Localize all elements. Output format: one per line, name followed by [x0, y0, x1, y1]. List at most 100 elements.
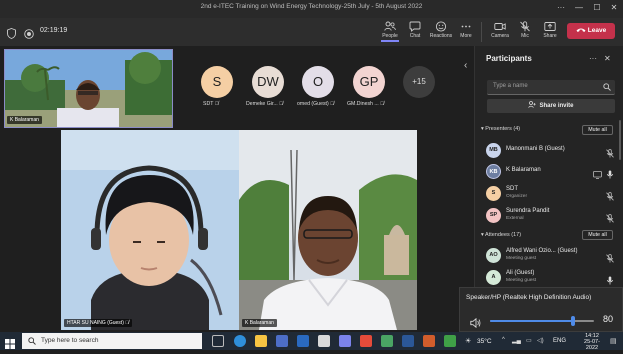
participant-video-feed: [239, 130, 417, 330]
edge-icon[interactable]: [234, 335, 246, 347]
more-label: More: [460, 33, 472, 39]
participant-role: Meeting guest: [506, 278, 537, 283]
participant-list-item[interactable]: S SDT Organizer: [486, 184, 616, 204]
panel-scrollbar[interactable]: [619, 120, 621, 160]
title-bar: 2nd e-ITEC Training on Wind Energy Techn…: [0, 0, 623, 18]
weather-temperature[interactable]: 35°C: [477, 338, 492, 345]
task-view-icon[interactable]: [212, 335, 224, 347]
more-button[interactable]: More: [453, 20, 479, 39]
avatar-initials: S: [201, 66, 233, 98]
notifications-icon[interactable]: ▤: [610, 337, 617, 345]
system-clock[interactable]: 14:12 25-07-2022: [578, 333, 606, 351]
window-title: 2nd e-ITEC Training on Wind Energy Techn…: [200, 3, 423, 10]
camera-button[interactable]: Camera: [487, 20, 513, 39]
participant-name-tag: K Balaraman: [242, 319, 277, 327]
self-video-tile[interactable]: K Balaraman: [4, 49, 173, 128]
presenters-section-header[interactable]: ▾ Presenters (4): [481, 126, 520, 132]
participant-video-tile[interactable]: K Balaraman: [239, 130, 417, 330]
app-icon[interactable]: [318, 335, 330, 347]
taskbar-search-placeholder: Type here to search: [41, 337, 99, 344]
participant-avatar: AO: [486, 248, 501, 263]
language-indicator[interactable]: ENG: [553, 338, 566, 344]
mute-all-attendees-button[interactable]: Mute all: [582, 230, 613, 240]
store-icon[interactable]: [276, 335, 288, 347]
windows-start-icon[interactable]: [5, 336, 15, 354]
attendees-section-header[interactable]: ▾ Attendees (17): [481, 232, 521, 238]
leave-label: Leave: [587, 27, 607, 34]
maximize-icon[interactable]: ☐: [590, 2, 604, 14]
mail-icon[interactable]: [297, 335, 309, 347]
participant-list-item[interactable]: AO Alfred Wani Ozio... (Guest) Meeting g…: [486, 246, 616, 266]
participant-video-tile[interactable]: HTAR SU NAING (Guest) 🎙̸: [61, 130, 239, 330]
participant-name: HTAR SU NAING (Guest): [67, 320, 124, 326]
weather-icon: ☀: [465, 338, 472, 345]
search-icon: [28, 337, 36, 345]
volume-slider-fill: [490, 320, 574, 322]
share-invite-button[interactable]: Share invite: [487, 99, 615, 113]
teams-icon[interactable]: [339, 335, 351, 347]
meeting-toolbar: 02:19:19 People Chat Reactions More Came…: [0, 18, 623, 46]
panel-title: Participants: [486, 54, 532, 63]
participant-list-item[interactable]: KB K Balaraman: [486, 162, 616, 182]
volume-slider[interactable]: [490, 316, 594, 326]
battery-icon[interactable]: ▭: [526, 337, 532, 344]
participant-list-item[interactable]: SP Surendra Pandit External: [486, 206, 616, 226]
mic-label: Mic: [521, 33, 529, 39]
volume-slider-thumb[interactable]: [571, 316, 576, 326]
share-icon: [544, 22, 556, 31]
search-participants-input[interactable]: Type a name: [487, 80, 615, 95]
collapse-panel-chevron-icon[interactable]: ‹: [464, 60, 467, 71]
reactions-button[interactable]: Reactions: [428, 20, 454, 39]
taskbar-search-box[interactable]: Type here to search: [22, 333, 202, 349]
participant-list-item[interactable]: MB Manonmani B (Guest): [486, 141, 616, 161]
participant-avatar[interactable]: O: [302, 66, 334, 98]
mute-all-presenters-button[interactable]: Mute all: [582, 125, 613, 135]
pdf-reader-icon[interactable]: [360, 335, 372, 347]
shield-icon: [7, 26, 16, 44]
powerpoint-icon[interactable]: [423, 335, 435, 347]
person-add-icon: [528, 100, 537, 108]
avatar-label: GM.Dinesh ... 🎙̸: [347, 101, 384, 107]
toolbar-divider: [481, 22, 482, 42]
participant-avatar[interactable]: GP: [353, 66, 385, 98]
network-icon[interactable]: ▂▄: [512, 337, 521, 344]
presenters-header-label: Presenters (4): [485, 126, 521, 132]
share-button[interactable]: Share: [537, 20, 563, 39]
avatar-name: SDT: [203, 101, 214, 107]
screen-share-icon: [593, 166, 602, 184]
participant-avatar[interactable]: S: [201, 66, 233, 98]
participant-name: K Balaraman: [506, 167, 541, 173]
panel-more-icon[interactable]: ···: [589, 54, 597, 63]
participant-name: Surendra Pandit: [506, 208, 550, 214]
app-icon[interactable]: [381, 335, 393, 347]
people-label: People: [382, 33, 398, 39]
overflow-participants-button[interactable]: +15: [403, 66, 435, 98]
share-invite-label: Share invite: [539, 103, 574, 109]
audio-device-name: Speaker/HP (Realtek High Definition Audi…: [466, 294, 592, 301]
participant-avatar: A: [486, 270, 501, 285]
participant-list-item[interactable]: A Ali (Guest) Meeting guest: [486, 268, 616, 288]
people-button[interactable]: People: [377, 20, 403, 42]
participant-role: External: [506, 216, 524, 221]
mic-muted-icon: 🎙̸: [125, 320, 129, 326]
speaker-icon[interactable]: [470, 315, 481, 333]
more-options-icon[interactable]: ···: [554, 2, 568, 14]
chat-button[interactable]: Chat: [402, 20, 428, 39]
camera-icon: [494, 23, 506, 30]
close-icon[interactable]: ✕: [607, 2, 621, 14]
word-icon[interactable]: [402, 335, 414, 347]
excel-icon[interactable]: [444, 335, 456, 347]
mic-button[interactable]: Mic: [512, 20, 538, 39]
participant-avatar[interactable]: DW: [252, 66, 284, 98]
show-hidden-icons-chevron-icon[interactable]: ^: [502, 337, 505, 343]
search-placeholder: Type a name: [493, 83, 528, 89]
volume-icon[interactable]: ◁): [537, 337, 544, 344]
camera-label: Camera: [491, 33, 509, 39]
participant-avatar: KB: [486, 164, 501, 179]
panel-close-icon[interactable]: ✕: [604, 54, 611, 63]
minimize-icon[interactable]: —: [572, 2, 586, 14]
leave-button[interactable]: Leave: [567, 23, 615, 39]
avatar-name: Demeke Gir...: [246, 101, 278, 107]
participant-name-tag: HTAR SU NAING (Guest) 🎙̸: [64, 319, 132, 327]
file-explorer-icon[interactable]: [255, 335, 267, 347]
